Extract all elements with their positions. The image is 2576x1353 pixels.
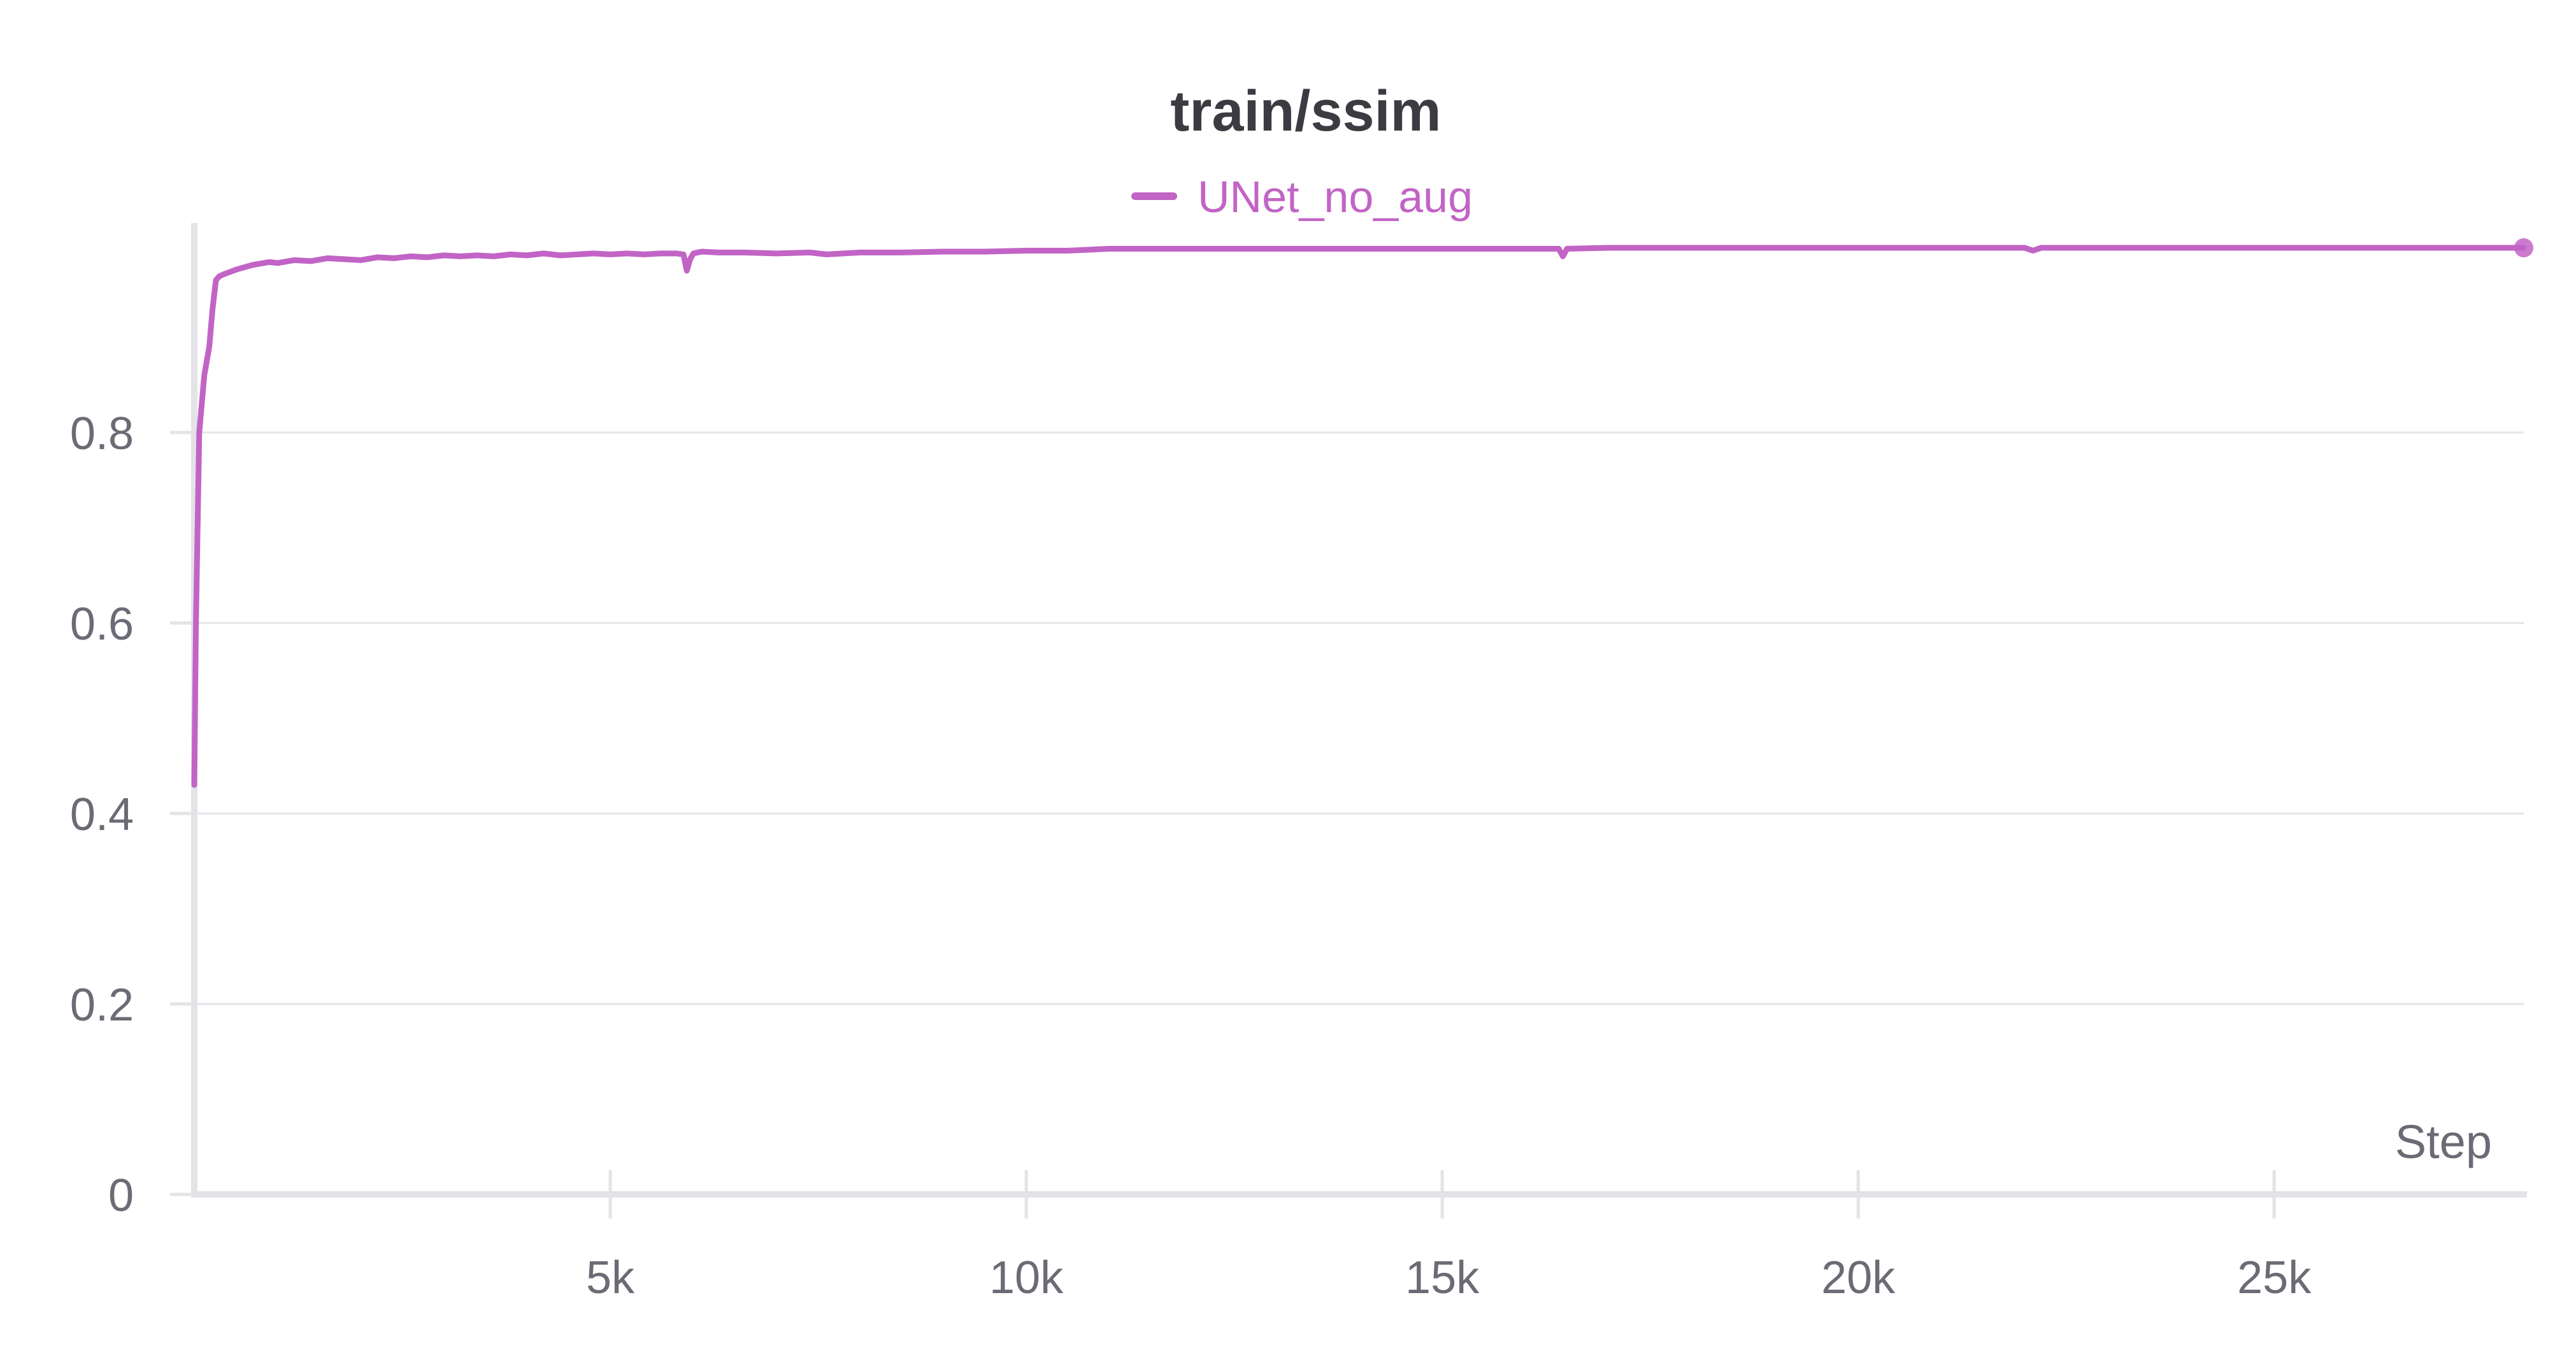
x-tick-label: 15k [1405, 1252, 1480, 1303]
chart-svg: 0 0.2 0.4 0.6 0.8 5k 10k 15k 20k 25k train/ssim U… [70, 80, 2533, 1303]
y-tick-label: 0.8 [70, 408, 134, 459]
x-tick-label: 25k [2237, 1252, 2312, 1303]
legend[interactable]: UNet_no_aug [1131, 172, 1473, 222]
x-tick-label: 20k [1821, 1252, 1896, 1303]
y-tick-label: 0.2 [70, 980, 134, 1031]
chart-title: train/ssim [1170, 80, 1441, 143]
x-axis-title: Step [2395, 1115, 2492, 1168]
axes-layer [170, 223, 2527, 1219]
x-tick-label: 5k [586, 1252, 635, 1303]
grid-layer [194, 431, 2524, 1005]
series-line-unet-no-aug[interactable] [191, 245, 2527, 788]
x-tick-label: 10k [989, 1252, 1064, 1303]
chart-container: 0 0.2 0.4 0.6 0.8 5k 10k 15k 20k 25k train/ssim U… [0, 0, 2576, 1353]
y-tick-label: 0 [108, 1170, 134, 1221]
series-end-point[interactable] [2514, 238, 2533, 257]
y-tick-label: 0.4 [70, 789, 134, 840]
labels-layer: 0 0.2 0.4 0.6 0.8 5k 10k 15k 20k 25k [70, 408, 2312, 1303]
series-layer [191, 238, 2533, 788]
legend-label-unet-no-aug: UNet_no_aug [1198, 172, 1473, 222]
y-tick-label: 0.6 [70, 599, 134, 650]
